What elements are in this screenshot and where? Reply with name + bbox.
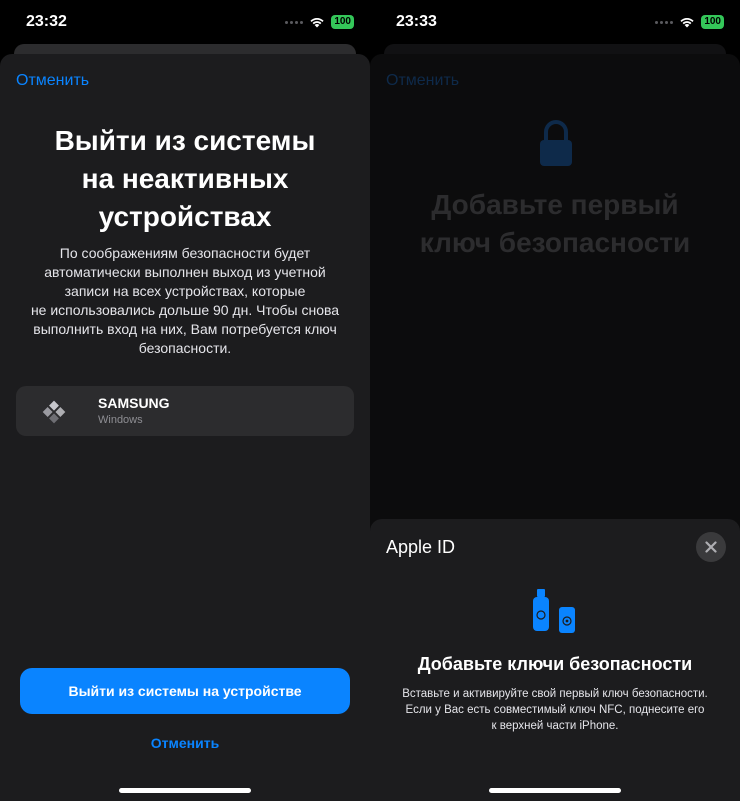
status-icons: 100 bbox=[285, 15, 354, 29]
modal-heading: Добавьте ключи безопасности bbox=[417, 654, 693, 674]
cancel-link-dimmed: Отменить bbox=[386, 72, 460, 89]
device-name: SAMSUNG bbox=[98, 395, 170, 411]
body-line: Вставьте и активируйте свой первый ключ … bbox=[402, 688, 708, 700]
cellular-icon bbox=[655, 20, 674, 24]
description-line: выполнить вход на них, Вам потребуется к… bbox=[33, 321, 337, 337]
status-time: 23:33 bbox=[396, 13, 437, 30]
security-keys-icon bbox=[533, 589, 575, 633]
description-line: безопасности. bbox=[138, 340, 232, 356]
title-line: устройствах bbox=[98, 201, 272, 232]
right-screen: 23:33 100 Отменить Добавьте первый ключ … bbox=[370, 0, 740, 801]
status-bar: 23:33 100 bbox=[370, 0, 740, 44]
wifi-icon bbox=[680, 18, 694, 28]
status-time: 23:32 bbox=[26, 13, 67, 30]
description-line: записи на всех устройствах, которые bbox=[64, 283, 306, 299]
status-icons: 100 bbox=[655, 15, 724, 29]
cellular-icon bbox=[285, 20, 304, 24]
close-button[interactable] bbox=[696, 532, 726, 562]
cancel-link-top[interactable]: Отменить bbox=[16, 72, 89, 90]
close-icon bbox=[705, 541, 717, 553]
title-line: на неактивных bbox=[81, 163, 289, 194]
logout-device-button[interactable]: Выйти из системы на устройстве bbox=[20, 668, 350, 714]
security-keys-modal: Apple ID Добавьте ключи безопасности Вст… bbox=[370, 519, 740, 801]
page-title: Добавьте первый ключ безопасности bbox=[380, 186, 730, 262]
title-line: Выйти из системы bbox=[54, 125, 316, 156]
body-line: Если у Вас есть совместимый ключ NFC, по… bbox=[405, 704, 705, 716]
modal-title: Apple ID bbox=[386, 537, 456, 557]
cancel-button[interactable]: Отменить bbox=[0, 735, 370, 751]
device-card[interactable]: SAMSUNG Windows bbox=[16, 386, 354, 436]
device-os: Windows bbox=[98, 414, 143, 426]
wifi-icon bbox=[310, 18, 324, 28]
lock-icon bbox=[540, 120, 572, 166]
page-title: Выйти из системы на неактивных устройств… bbox=[20, 122, 350, 236]
home-indicator[interactable] bbox=[489, 788, 621, 793]
windows-device-icon bbox=[42, 400, 66, 424]
title-line: ключ безопасности bbox=[419, 227, 691, 258]
description-line: автоматически выполнен выход из учетной bbox=[44, 264, 326, 280]
battery-icon: 100 bbox=[701, 15, 724, 29]
status-bar: 23:32 100 bbox=[0, 0, 370, 44]
battery-icon: 100 bbox=[331, 15, 354, 29]
description-line: По соображениям безопасности будет bbox=[59, 245, 311, 261]
description: По соображениям безопасности будет автом… bbox=[26, 244, 344, 358]
description-line: не использовались дольше 90 дн. Чтобы сн… bbox=[30, 302, 340, 318]
logout-sheet: Отменить Выйти из системы на неактивных … bbox=[0, 54, 370, 801]
title-line: Добавьте первый bbox=[431, 189, 679, 220]
left-screen: 23:32 100 Отменить Выйти из системы на н… bbox=[0, 0, 370, 801]
body-line: к верхней части iPhone. bbox=[491, 720, 619, 732]
home-indicator[interactable] bbox=[119, 788, 251, 793]
modal-body: Вставьте и активируйте свой первый ключ … bbox=[382, 686, 728, 734]
